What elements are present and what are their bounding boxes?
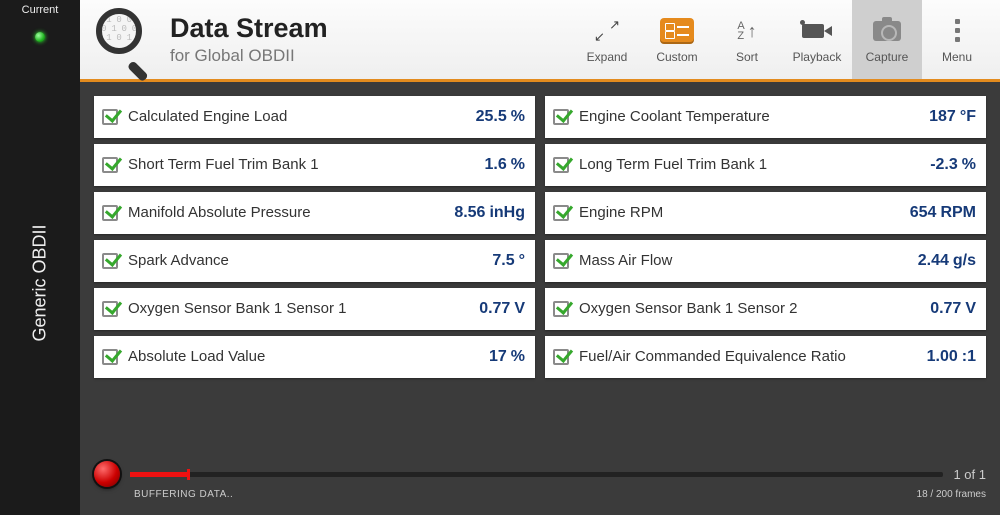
pid-row[interactable]: Long Term Fuel Trim Bank 1-2.3%: [545, 144, 986, 186]
checkbox-checked-icon[interactable]: [102, 109, 118, 125]
pid-label: Absolute Load Value: [128, 349, 489, 365]
rail-tab-current[interactable]: Current: [22, 4, 59, 16]
page-title: Data Stream: [170, 13, 328, 44]
checkbox-checked-icon[interactable]: [102, 253, 118, 269]
pid-row[interactable]: Mass Air Flow2.44g/s: [545, 240, 986, 282]
video-camera-icon: [802, 21, 832, 41]
pid-value: 8.56inHg: [454, 204, 525, 222]
checkbox-checked-icon[interactable]: [553, 109, 569, 125]
pid-value: 25.5%: [476, 108, 525, 126]
rail-title: Generic OBDII: [30, 225, 51, 342]
pid-row[interactable]: Oxygen Sensor Bank 1 Sensor 10.77V: [94, 288, 535, 330]
pid-label: Calculated Engine Load: [128, 109, 476, 125]
sort-button[interactable]: AZ ↑ Sort: [712, 0, 782, 79]
record-button[interactable]: [94, 461, 120, 487]
pid-label: Short Term Fuel Trim Bank 1: [128, 157, 485, 173]
main-panel: 0 1 0 0 1 1 0 1 0 0 1 0 1 0 1 0 Data Str…: [80, 0, 1000, 515]
custom-button[interactable]: Custom: [642, 0, 712, 79]
pid-label: Mass Air Flow: [579, 253, 918, 269]
pid-value: 1.6%: [485, 156, 525, 174]
checkbox-checked-icon[interactable]: [553, 301, 569, 317]
footer: 1 of 1 BUFFERING DATA.. 18 / 200 frames: [80, 459, 1000, 515]
expand-button[interactable]: Expand: [572, 0, 642, 79]
kebab-menu-icon: [955, 19, 960, 42]
magnifier-data-icon: 0 1 0 0 1 1 0 1 0 0 1 0 1 0 1 0: [94, 8, 158, 72]
pid-row[interactable]: Engine Coolant Temperature187°F: [545, 96, 986, 138]
pid-row[interactable]: Oxygen Sensor Bank 1 Sensor 20.77V: [545, 288, 986, 330]
page-subtitle: for Global OBDII: [170, 46, 328, 66]
frame-counter: 18 / 200 frames: [917, 489, 986, 500]
sort-icon: AZ ↑: [737, 21, 756, 41]
capture-button[interactable]: Capture: [852, 0, 922, 79]
pid-label: Oxygen Sensor Bank 1 Sensor 2: [579, 301, 930, 317]
pid-label: Oxygen Sensor Bank 1 Sensor 1: [128, 301, 479, 317]
pid-label: Fuel/Air Commanded Equivalence Ratio: [579, 349, 927, 365]
checkbox-checked-icon[interactable]: [102, 301, 118, 317]
checkbox-checked-icon[interactable]: [553, 205, 569, 221]
pid-value: 187°F: [929, 108, 976, 126]
toolbar: Expand Custom AZ ↑ Sort: [572, 0, 992, 79]
checkbox-checked-icon[interactable]: [553, 157, 569, 173]
pid-value: 0.77V: [479, 300, 525, 318]
header: 0 1 0 0 1 1 0 1 0 0 1 0 1 0 1 0 Data Str…: [80, 0, 1000, 82]
data-grid-area: Calculated Engine Load25.5%Engine Coolan…: [80, 82, 1000, 459]
custom-list-icon: [660, 18, 694, 44]
page-counter: 1 of 1: [953, 467, 986, 482]
pid-value: -2.3%: [930, 156, 976, 174]
checkbox-checked-icon[interactable]: [102, 157, 118, 173]
pid-value: 654RPM: [910, 204, 976, 222]
menu-button[interactable]: Menu: [922, 0, 992, 79]
pid-row[interactable]: Fuel/Air Commanded Equivalence Ratio1.00…: [545, 336, 986, 378]
pid-value: 17%: [489, 348, 525, 366]
pid-row[interactable]: Short Term Fuel Trim Bank 11.6%: [94, 144, 535, 186]
pid-label: Engine Coolant Temperature: [579, 109, 929, 125]
checkbox-checked-icon[interactable]: [102, 205, 118, 221]
pid-value: 2.44g/s: [918, 252, 976, 270]
checkbox-checked-icon[interactable]: [102, 349, 118, 365]
pid-label: Spark Advance: [128, 253, 492, 269]
status-led-icon: [35, 32, 45, 42]
expand-icon: [596, 20, 618, 42]
pid-row[interactable]: Spark Advance7.5°: [94, 240, 535, 282]
left-rail: Current Generic OBDII: [0, 0, 80, 515]
pid-label: Engine RPM: [579, 205, 910, 221]
pid-label: Manifold Absolute Pressure: [128, 205, 454, 221]
pid-value: 0.77V: [930, 300, 976, 318]
pid-row[interactable]: Engine RPM654RPM: [545, 192, 986, 234]
buffer-status: BUFFERING DATA..: [134, 489, 233, 500]
pid-label: Long Term Fuel Trim Bank 1: [579, 157, 930, 173]
checkbox-checked-icon[interactable]: [553, 253, 569, 269]
pid-value: 1.00:1: [927, 348, 976, 366]
camera-icon: [873, 21, 901, 41]
pid-value: 7.5°: [492, 252, 525, 270]
pid-row[interactable]: Manifold Absolute Pressure8.56inHg: [94, 192, 535, 234]
pid-row[interactable]: Calculated Engine Load25.5%: [94, 96, 535, 138]
pid-row[interactable]: Absolute Load Value17%: [94, 336, 535, 378]
buffer-progress[interactable]: [130, 472, 943, 477]
playback-button[interactable]: Playback: [782, 0, 852, 79]
checkbox-checked-icon[interactable]: [553, 349, 569, 365]
